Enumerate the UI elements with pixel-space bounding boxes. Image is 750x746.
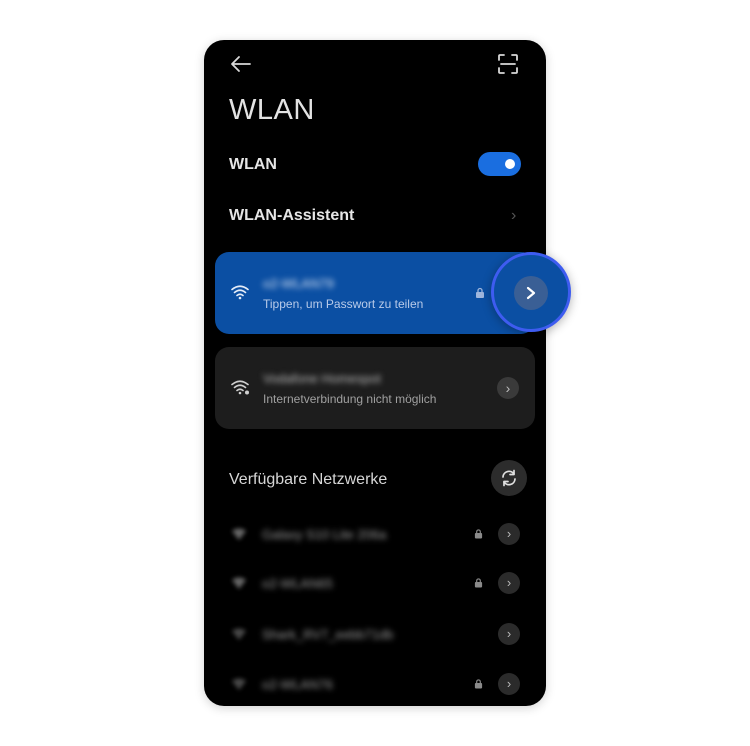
page-title: WLAN: [229, 94, 315, 126]
refresh-icon: [502, 469, 516, 487]
lock-icon: [474, 529, 483, 539]
available-network-row[interactable]: o2-WLAN65 ›: [204, 569, 546, 599]
wifi-icon: [231, 285, 249, 300]
wifi-icon: [232, 528, 246, 540]
lock-icon: [476, 287, 484, 298]
wlan-toggle[interactable]: [478, 152, 521, 176]
connected-network-card[interactable]: o2-WLAN79 Tippen, um Passwort zu teilen: [215, 252, 535, 334]
network-name: o2-WLAN76: [262, 677, 333, 692]
network-details-button[interactable]: ›: [497, 377, 519, 399]
network-details-button[interactable]: ›: [498, 572, 520, 594]
wifi-icon: [232, 628, 246, 640]
wifi-icon: [232, 678, 246, 690]
available-network-row[interactable]: Galaxy S10 Lite 206a ›: [204, 520, 546, 550]
network-name: Galaxy S10 Lite 206a: [262, 527, 387, 542]
qr-scan-icon[interactable]: [497, 53, 519, 75]
saved-network-card[interactable]: Vodafone Homespot Internetverbindung nic…: [215, 347, 535, 429]
network-subtitle: Tippen, um Passwort zu teilen: [263, 297, 424, 311]
network-name: Vodafone Homespot: [263, 371, 381, 386]
back-arrow-icon[interactable]: [230, 54, 252, 74]
network-name: o2-WLAN65: [262, 576, 333, 591]
available-networks-heading: Verfügbare Netzwerke: [229, 471, 388, 488]
toggle-knob: [505, 159, 515, 169]
network-details-button[interactable]: ›: [498, 523, 520, 545]
wlan-toggle-label: WLAN: [229, 156, 277, 173]
lock-icon: [474, 578, 483, 588]
phone-screen: WLAN WLAN WLAN-Assistent › o2-WLAN79 Tip…: [204, 40, 546, 706]
network-details-button[interactable]: ›: [498, 673, 520, 695]
refresh-button[interactable]: [491, 460, 527, 496]
network-name: Shark_RV7_eebb71db: [262, 627, 394, 642]
chevron-right-icon: [526, 286, 536, 300]
network-details-button[interactable]: ›: [498, 623, 520, 645]
network-details-button[interactable]: [514, 276, 548, 310]
chevron-right-icon: ›: [511, 207, 517, 224]
available-network-row[interactable]: Shark_RV7_eebb71db ›: [204, 620, 546, 650]
lock-icon: [474, 679, 483, 689]
wifi-warning-icon: [231, 380, 249, 395]
network-name: o2-WLAN79: [263, 276, 334, 291]
network-subtitle: Internetverbindung nicht möglich: [263, 392, 437, 406]
wlan-assistant-item[interactable]: WLAN-Assistent: [229, 207, 354, 225]
highlighted-details-button[interactable]: [491, 252, 571, 332]
available-network-row[interactable]: o2-WLAN76 ›: [204, 670, 546, 700]
wifi-icon: [232, 577, 246, 589]
